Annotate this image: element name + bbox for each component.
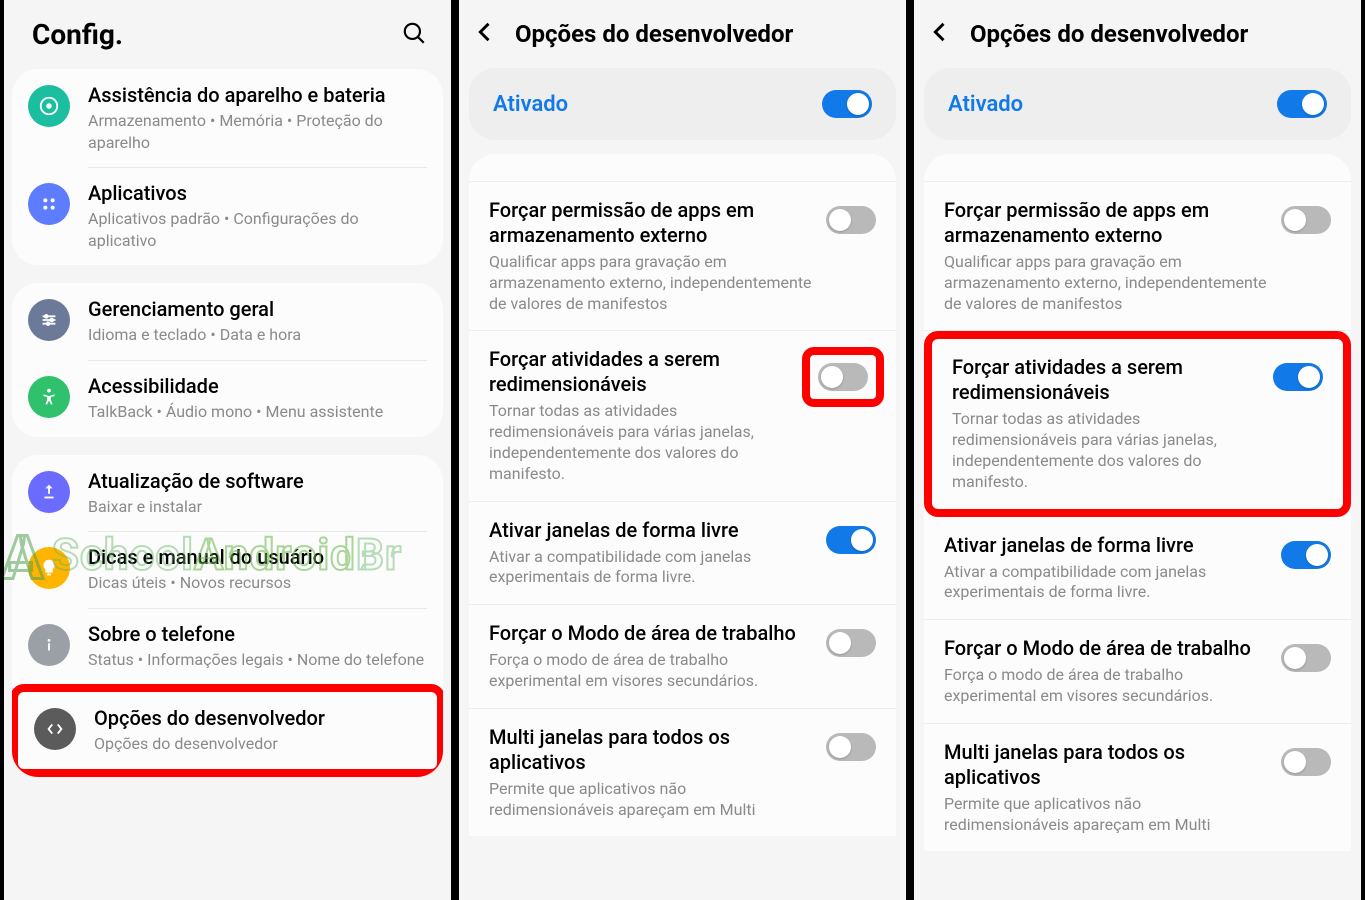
- force-resizable-row[interactable]: Forçar atividades a serem redimensionáve…: [469, 331, 896, 501]
- device-care-row[interactable]: Assistência do aparelho e bateria Armaze…: [12, 69, 443, 167]
- master-toggle-row[interactable]: Ativado: [924, 68, 1351, 140]
- back-icon[interactable]: [471, 18, 499, 50]
- opt-sub: Tornar todas as atividades redimensionáv…: [952, 409, 1259, 492]
- opt-sub: Qualificar apps para gravação em armazen…: [944, 252, 1267, 314]
- row-title: Assistência do aparelho e bateria: [88, 83, 427, 108]
- developer-icon: [34, 708, 76, 750]
- toggle-external-storage[interactable]: [826, 206, 876, 234]
- master-toggle-label: Ativado: [493, 92, 568, 117]
- highlight-resizable-row: Forçar atividades a serem redimensionáve…: [924, 331, 1351, 516]
- row-sub: Idioma e teclado • Data e hora: [88, 324, 427, 346]
- toggle-freeform-windows[interactable]: [1281, 541, 1331, 569]
- dev-options-screen-after: Opções do desenvolvedor Ativado Forçar p…: [910, 0, 1365, 900]
- lightbulb-icon: [28, 547, 70, 589]
- freeform-windows-row[interactable]: Ativar janelas de forma livre Ativar a c…: [924, 517, 1351, 621]
- dev-header-title: Opções do desenvolvedor: [515, 20, 793, 48]
- row-sub: TalkBack • Áudio mono • Menu assistente: [88, 401, 427, 423]
- accessibility-row[interactable]: Acessibilidade TalkBack • Áudio mono • M…: [12, 360, 443, 437]
- info-icon: [28, 624, 70, 666]
- opt-sub: Força o modo de área de trabalho experim…: [489, 650, 812, 692]
- settings-screen: Config. Assistência do aparelho e bateri…: [0, 0, 455, 900]
- highlight-resizable-toggle: [802, 347, 884, 407]
- opt-title: Forçar atividades a serem redimensionáve…: [489, 347, 796, 397]
- opt-title: Multi janelas para todos os aplicativos: [489, 725, 812, 775]
- dev-header: Opções do desenvolvedor: [459, 0, 906, 68]
- opt-title: Forçar permissão de apps em armazenament…: [944, 198, 1267, 248]
- row-sub: Aplicativos padrão • Configurações do ap…: [88, 208, 427, 251]
- opt-title: Ativar janelas de forma livre: [489, 518, 812, 543]
- software-update-row[interactable]: Atualização de software Baixar e instala…: [12, 455, 443, 532]
- row-title: Gerenciamento geral: [88, 297, 427, 322]
- update-icon: [28, 471, 70, 513]
- opt-sub: Permite que aplicativos não redimensioná…: [944, 794, 1267, 836]
- toggle-force-resizable[interactable]: [1273, 363, 1323, 391]
- force-external-storage-row[interactable]: Forçar permissão de apps em armazenament…: [469, 182, 896, 331]
- highlight-developer-options: Opções do desenvolvedor Opções do desenv…: [12, 684, 443, 777]
- apps-icon: [28, 183, 70, 225]
- opt-title: Forçar o Modo de área de trabalho: [489, 621, 812, 646]
- row-title: Aplicativos: [88, 181, 427, 206]
- opt-sub: Permite que aplicativos não redimensioná…: [489, 779, 812, 821]
- master-toggle-row[interactable]: Ativado: [469, 68, 896, 140]
- toggle-desktop-mode[interactable]: [1281, 644, 1331, 672]
- dev-options-screen-before: Opções do desenvolvedor Ativado Forçar p…: [455, 0, 910, 900]
- opt-sub: Ativar a compatibilidade com janelas exp…: [489, 547, 812, 589]
- desktop-mode-row[interactable]: Forçar o Modo de área de trabalho Força …: [924, 620, 1351, 724]
- opt-title: Ativar janelas de forma livre: [944, 533, 1267, 558]
- general-management-row[interactable]: Gerenciamento geral Idioma e teclado • D…: [12, 283, 443, 360]
- force-resizable-row[interactable]: Forçar atividades a serem redimensionáve…: [932, 339, 1343, 508]
- opt-sub: Qualificar apps para gravação em armazen…: [489, 252, 812, 314]
- toggle-freeform-windows[interactable]: [826, 526, 876, 554]
- opt-title: Forçar permissão de apps em armazenament…: [489, 198, 812, 248]
- accessibility-icon: [28, 376, 70, 418]
- settings-header: Config.: [4, 0, 451, 69]
- row-sub: Status • Informações legais • Nome do te…: [88, 649, 427, 671]
- tips-row[interactable]: Dicas e manual do usuário Dicas úteis • …: [12, 531, 443, 608]
- row-title: Acessibilidade: [88, 374, 427, 399]
- row-sub: Baixar e instalar: [88, 496, 427, 518]
- desktop-mode-row[interactable]: Forçar o Modo de área de trabalho Força …: [469, 605, 896, 709]
- settings-card-3: Atualização de software Baixar e instala…: [12, 455, 443, 777]
- opt-sub: Força o modo de área de trabalho experim…: [944, 665, 1267, 707]
- opt-title: Multi janelas para todos os aplicativos: [944, 740, 1267, 790]
- dev-header: Opções do desenvolvedor: [914, 0, 1361, 68]
- about-phone-row[interactable]: Sobre o telefone Status • Informações le…: [12, 608, 443, 685]
- freeform-windows-row[interactable]: Ativar janelas de forma livre Ativar a c…: [469, 502, 896, 606]
- settings-title: Config.: [32, 18, 123, 51]
- row-sub: Dicas úteis • Novos recursos: [88, 572, 427, 594]
- dev-header-title: Opções do desenvolvedor: [970, 20, 1248, 48]
- opt-sub: Tornar todas as atividades redimensionáv…: [489, 401, 796, 484]
- back-icon[interactable]: [926, 18, 954, 50]
- settings-card-1: Assistência do aparelho e bateria Armaze…: [12, 69, 443, 265]
- master-toggle-switch[interactable]: [1277, 90, 1327, 118]
- multi-window-all-row[interactable]: Multi janelas para todos os aplicativos …: [924, 724, 1351, 852]
- row-title: Dicas e manual do usuário: [88, 545, 427, 570]
- device-care-icon: [28, 85, 70, 127]
- force-external-storage-row[interactable]: Forçar permissão de apps em armazenament…: [924, 182, 1351, 331]
- toggle-multi-window-all[interactable]: [1281, 748, 1331, 776]
- row-title: Sobre o telefone: [88, 622, 427, 647]
- master-toggle-label: Ativado: [948, 92, 1023, 117]
- developer-options-row[interactable]: Opções do desenvolvedor Opções do desenv…: [18, 692, 437, 769]
- opt-sub: Ativar a compatibilidade com janelas exp…: [944, 562, 1267, 604]
- toggle-multi-window-all[interactable]: [826, 733, 876, 761]
- toggle-external-storage[interactable]: [1281, 206, 1331, 234]
- row-title: Opções do desenvolvedor: [94, 706, 421, 731]
- toggle-force-resizable[interactable]: [818, 363, 868, 391]
- dev-options-list: Forçar permissão de apps em armazenament…: [469, 154, 896, 836]
- settings-card-2: Gerenciamento geral Idioma e teclado • D…: [12, 283, 443, 436]
- master-toggle-switch[interactable]: [822, 90, 872, 118]
- opt-title: Forçar atividades a serem redimensionáve…: [952, 355, 1259, 405]
- row-sub: Opções do desenvolvedor: [94, 733, 421, 755]
- row-sub: Armazenamento • Memória • Proteção do ap…: [88, 110, 427, 153]
- apps-row[interactable]: Aplicativos Aplicativos padrão • Configu…: [12, 167, 443, 265]
- row-title: Atualização de software: [88, 469, 427, 494]
- multi-window-all-row[interactable]: Multi janelas para todos os aplicativos …: [469, 709, 896, 837]
- dev-options-list: Forçar permissão de apps em armazenament…: [924, 154, 1351, 851]
- toggle-desktop-mode[interactable]: [826, 629, 876, 657]
- search-icon[interactable]: [401, 20, 427, 50]
- sliders-icon: [28, 299, 70, 341]
- opt-title: Forçar o Modo de área de trabalho: [944, 636, 1267, 661]
